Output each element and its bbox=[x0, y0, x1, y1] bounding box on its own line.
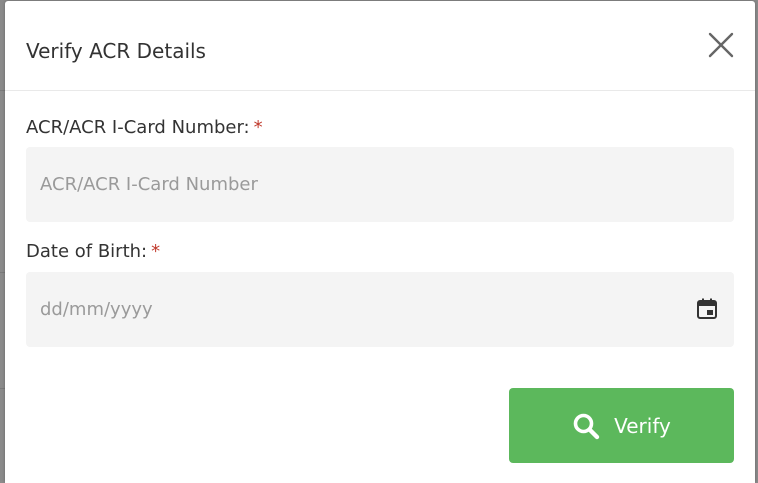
acr-number-label-text: ACR/ACR I-Card Number: bbox=[26, 117, 250, 138]
acr-number-input[interactable]: ACR/ACR I-Card Number bbox=[26, 147, 734, 222]
acr-number-placeholder: ACR/ACR I-Card Number bbox=[40, 174, 258, 195]
verify-acr-modal: Verify ACR Details ACR/ACR I-Card Number… bbox=[5, 1, 755, 483]
dob-placeholder: dd/mm/yyyy bbox=[40, 299, 153, 320]
modal-header: Verify ACR Details bbox=[5, 1, 755, 91]
required-mark: * bbox=[253, 117, 263, 138]
dob-label: Date of Birth: * bbox=[26, 241, 160, 262]
calendar-icon[interactable] bbox=[696, 298, 718, 320]
required-mark: * bbox=[151, 241, 161, 262]
close-icon bbox=[708, 32, 734, 58]
dob-input[interactable]: dd/mm/yyyy bbox=[26, 272, 734, 347]
acr-number-label: ACR/ACR I-Card Number: * bbox=[26, 117, 263, 138]
close-button[interactable] bbox=[705, 29, 737, 61]
dob-label-text: Date of Birth: bbox=[26, 241, 148, 262]
modal-title: Verify ACR Details bbox=[26, 39, 206, 63]
verify-button-label: Verify bbox=[614, 413, 671, 438]
search-icon bbox=[573, 413, 600, 439]
verify-button[interactable]: Verify bbox=[509, 388, 734, 463]
